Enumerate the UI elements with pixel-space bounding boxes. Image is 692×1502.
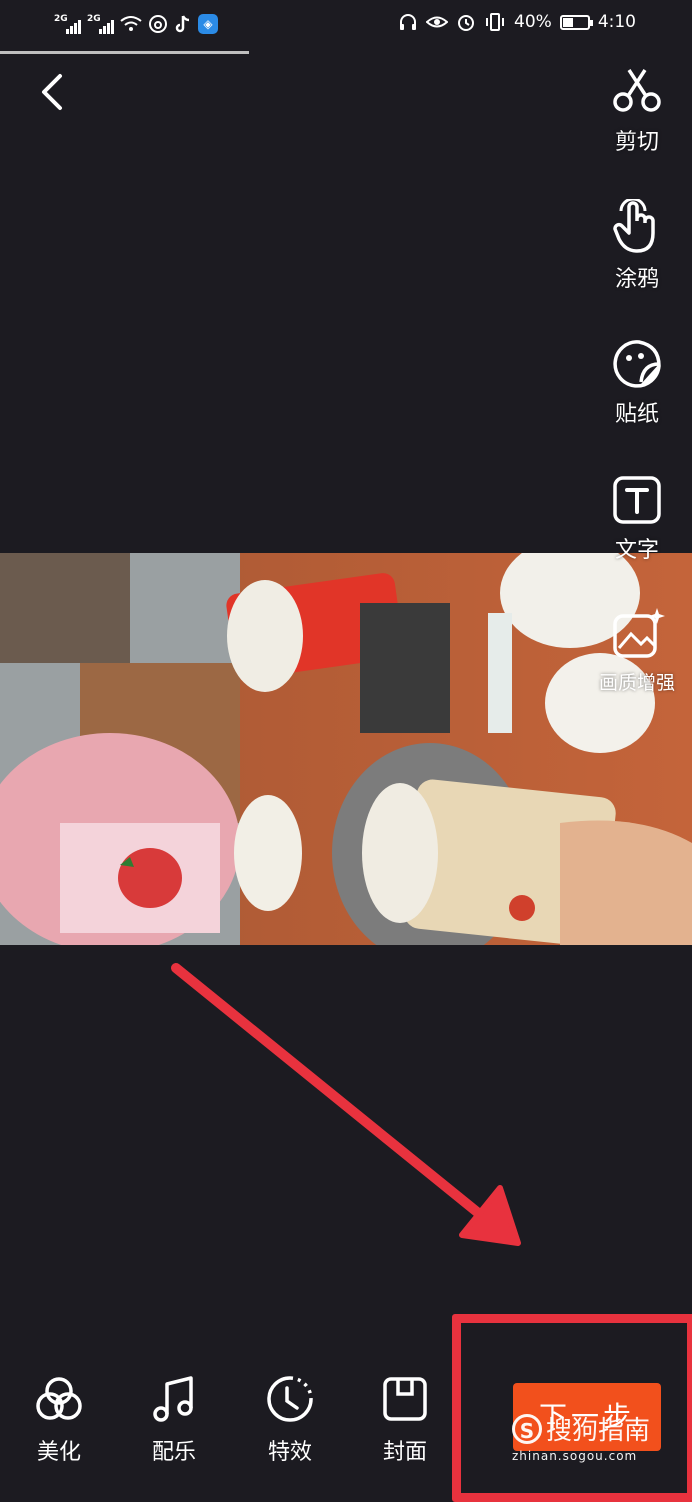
watermark: S 搜狗指南 zhinan.sogou.com [512, 1410, 672, 1463]
effects-button[interactable]: 特效 [250, 1374, 330, 1466]
effects-timer-icon [267, 1376, 313, 1422]
beautify-filter-icon [36, 1377, 82, 1420]
effects-label: 特效 [267, 1440, 312, 1465]
music-note-icon [153, 1376, 193, 1422]
cover-label: 封面 [382, 1440, 427, 1465]
beautify-label: 美化 [36, 1440, 81, 1465]
cover-button[interactable]: 封面 [365, 1374, 445, 1466]
music-label: 配乐 [151, 1440, 196, 1465]
watermark-url: zhinan.sogou.com [512, 1449, 638, 1463]
sogou-logo-icon: S [512, 1413, 542, 1444]
annotation-arrow [171, 963, 521, 1246]
beautify-button[interactable]: 美化 [19, 1374, 99, 1466]
annotation-highlight-box [452, 1314, 692, 1502]
watermark-text: 搜狗指南 [546, 1416, 651, 1446]
music-button[interactable]: 配乐 [134, 1374, 214, 1466]
cover-frame-icon [383, 1377, 427, 1421]
